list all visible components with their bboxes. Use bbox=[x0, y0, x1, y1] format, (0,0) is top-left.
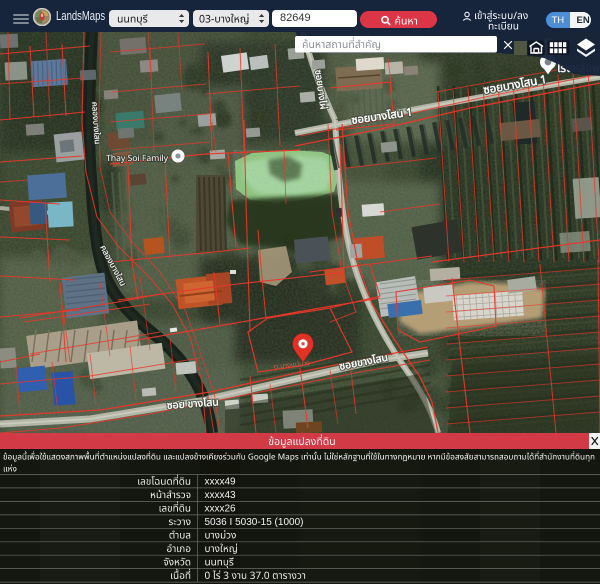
svg-text:xxxx43: xxxx43 bbox=[205, 490, 237, 501]
svg-text:xxxx49: xxxx49 bbox=[205, 477, 237, 488]
svg-text:xxxx26: xxxx26 bbox=[205, 504, 237, 515]
svg-text:5036 I 5030-15 (1000): 5036 I 5030-15 (1000) bbox=[205, 517, 304, 528]
